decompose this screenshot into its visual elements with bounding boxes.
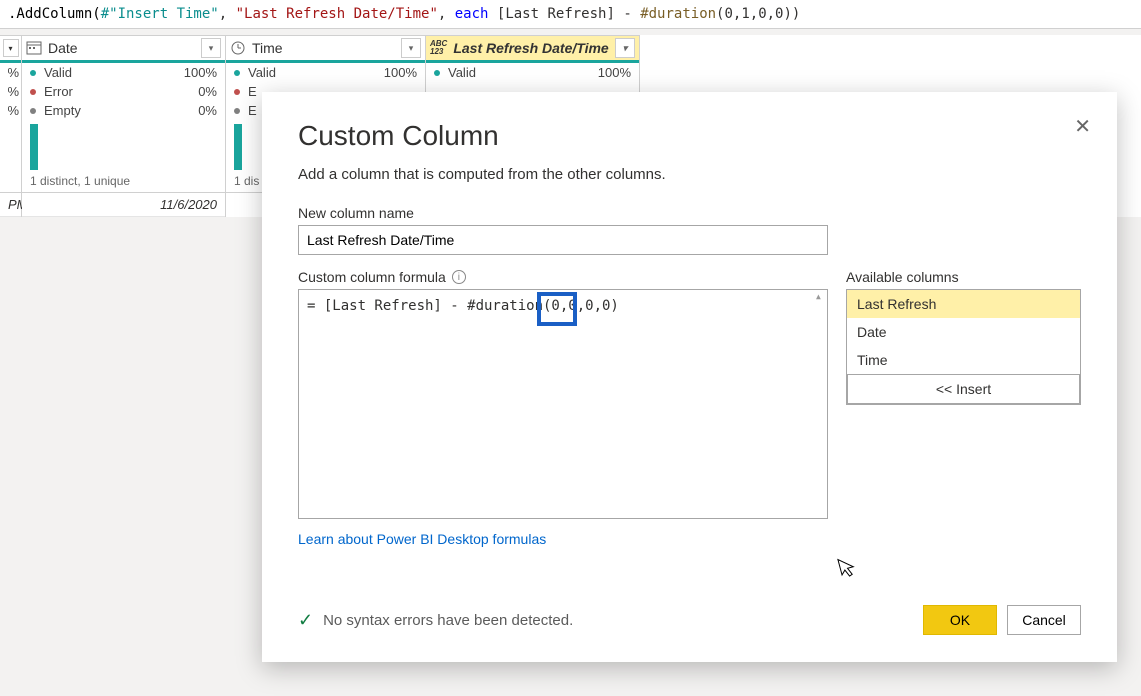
error-dot [234, 89, 240, 95]
row-pm: PM [0, 193, 21, 217]
pct1: % [7, 84, 19, 99]
syntax-status: ✓ No syntax errors have been detected. [298, 610, 573, 631]
dialog-title: Custom Column [298, 120, 1081, 152]
pct2: % [7, 103, 19, 118]
col-refresh-label: Last Refresh Date/Time [453, 40, 608, 56]
col-date-footer: 1 distinct, 1 unique [22, 170, 225, 193]
chevron-down-icon[interactable] [615, 38, 635, 58]
fb-arg1: #"Insert Time" [101, 6, 219, 22]
empty-dot [30, 108, 36, 114]
valid-label: Valid [248, 65, 276, 80]
col-refresh-header[interactable]: ABC 123 Last Refresh Date/Time [426, 35, 639, 63]
insert-button[interactable]: << Insert [847, 374, 1080, 404]
fb-bracket: [Last Refresh] - [488, 6, 640, 22]
fb-kw: each [455, 6, 489, 22]
valid-dot [30, 70, 36, 76]
scrollbar-up-icon[interactable] [813, 290, 827, 306]
column-name-input[interactable] [298, 225, 828, 255]
any-type-icon: ABC 123 [430, 40, 447, 56]
fb-sep: , [219, 6, 236, 22]
col-date-header[interactable]: Date [22, 35, 225, 63]
avail-label: Available columns [846, 269, 1081, 285]
e2: E [248, 103, 257, 118]
learn-link[interactable]: Learn about Power BI Desktop formulas [298, 531, 828, 547]
avail-item-date[interactable]: Date [847, 318, 1080, 346]
fb-func: .AddColumn( [8, 6, 101, 22]
info-icon[interactable]: i [452, 270, 466, 284]
valid-dot [234, 70, 240, 76]
chevron-down-icon[interactable] [401, 38, 421, 58]
fb-arg2: "Last Refresh Date/Time" [236, 6, 438, 22]
avail-item-last-refresh[interactable]: Last Refresh [847, 290, 1080, 318]
col0-header[interactable] [0, 35, 21, 63]
error-label: Error [44, 84, 73, 99]
empty-label: Empty [44, 103, 81, 118]
avail-item-time[interactable]: Time [847, 346, 1080, 374]
fb-hash: #duration [640, 6, 716, 22]
empty-pct: 0% [198, 103, 217, 118]
formula-label-text: Custom column formula [298, 269, 446, 285]
col-time-label: Time [252, 40, 283, 56]
dist-bar [30, 124, 38, 170]
chevron-down-icon[interactable] [201, 38, 221, 58]
col-time-header[interactable]: Time [226, 35, 425, 63]
fb-nums: (0,1,0,0)) [716, 6, 800, 22]
error-pct: 0% [198, 84, 217, 99]
valid-pct: 100% [384, 65, 417, 80]
formula-bar[interactable]: .AddColumn(#"Insert Time", "Last Refresh… [0, 0, 1141, 29]
custom-column-dialog: ✕ Custom Column Add a column that is com… [262, 92, 1117, 662]
clock-icon [230, 40, 246, 56]
col-date-label: Date [48, 40, 78, 56]
syntax-msg: No syntax errors have been detected. [323, 612, 573, 629]
cancel-button[interactable]: Cancel [1007, 605, 1081, 635]
formula-input[interactable]: = [Last Refresh] - #duration(0,0,0,0) [298, 289, 828, 519]
calendar-icon [26, 40, 42, 56]
error-dot [30, 89, 36, 95]
col-date-data[interactable]: 11/6/2020 [22, 193, 225, 217]
fb-sep2: , [438, 6, 455, 22]
available-columns-list: Last Refresh Date Time << Insert [846, 289, 1081, 405]
column-date: Date Valid 100% Error 0% Empty 0% 1 distinc… [22, 35, 226, 217]
chevron-down-icon[interactable] [3, 39, 19, 57]
check-icon: ✓ [298, 610, 313, 631]
pct0: % [7, 65, 19, 80]
name-label: New column name [298, 205, 1081, 221]
empty-dot [234, 108, 240, 114]
dist-bar [234, 124, 242, 170]
valid-label: Valid [44, 65, 72, 80]
valid-pct: 100% [184, 65, 217, 80]
formula-label: Custom column formula i [298, 269, 828, 285]
dialog-desc: Add a column that is computed from the o… [298, 166, 1081, 183]
ok-button[interactable]: OK [923, 605, 997, 635]
close-icon[interactable]: ✕ [1074, 114, 1091, 139]
row-gutter: % % % PM [0, 35, 22, 217]
valid-label: Valid [448, 65, 476, 80]
formula-text: = [Last Refresh] - #duration(0,0,0,0) [307, 298, 619, 314]
123: 123 [430, 48, 443, 56]
valid-dot [434, 70, 440, 76]
valid-pct: 100% [598, 65, 631, 80]
e1: E [248, 84, 257, 99]
